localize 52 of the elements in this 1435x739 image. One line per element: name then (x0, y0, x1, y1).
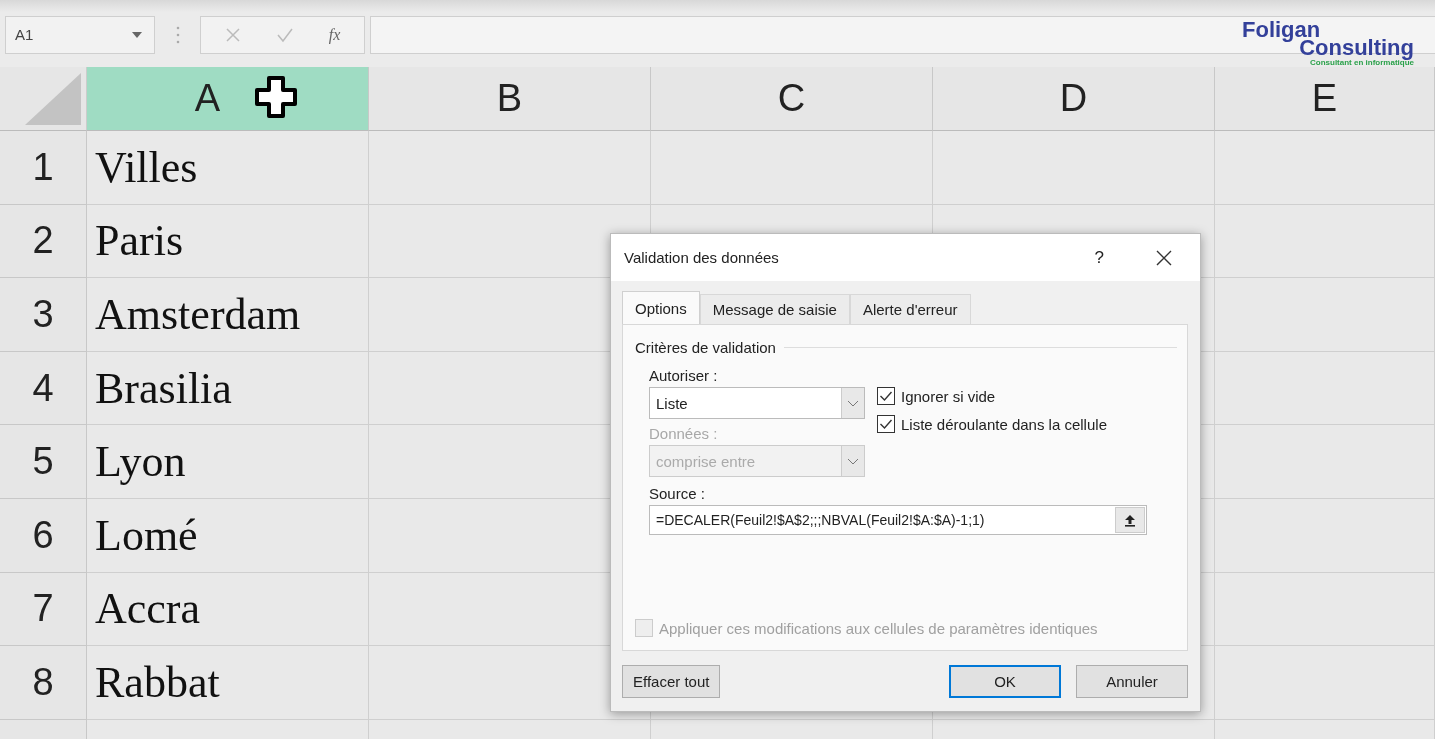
checkbox[interactable] (877, 387, 895, 405)
dialog-button[interactable]: OK (949, 665, 1061, 698)
tab[interactable]: Alerte d'erreur (849, 294, 971, 324)
field-label: Données : (649, 424, 718, 444)
column-header[interactable]: E (1215, 67, 1435, 131)
caret-icon (841, 446, 864, 476)
insert-function-button[interactable]: fx (328, 25, 341, 44)
column-header[interactable]: D (933, 67, 1215, 131)
checkbox-label: Appliquer ces modifications aux cellules de paramètres identiques (659, 619, 1098, 637)
caret-icon (132, 31, 142, 38)
dialog-button[interactable]: Effacer tout (622, 665, 721, 698)
checkbox-label: Liste déroulante dans la cellule (901, 415, 1107, 433)
collapse-button[interactable] (1115, 507, 1145, 533)
logo: Foligan Consulting Consultant en informatique (1242, 19, 1414, 67)
row-header[interactable]: 6 (0, 498, 87, 573)
field-label: Source : (649, 484, 705, 504)
tab[interactable]: Message de saisie (699, 294, 850, 324)
row-header[interactable]: 5 (0, 425, 87, 499)
source-field[interactable]: =DECALER(Feuil2!$A$2;;;NBVAL(Feuil2!$A:$A)-1;1) (649, 505, 1147, 535)
dialog-button[interactable]: Annuler (1076, 665, 1188, 698)
dialog-title: Validation des données (624, 249, 780, 266)
table-cell: Villes (87, 131, 369, 205)
row-header[interactable]: 4 (0, 351, 87, 426)
row-header[interactable]: 7 (0, 572, 87, 647)
table-cell: Lomé (87, 498, 369, 573)
table-cell: Lyon (87, 425, 369, 499)
upload-arrow-icon (1124, 513, 1136, 527)
checkbox-label: Ignorer si vide (901, 387, 996, 405)
close-icon[interactable] (1156, 249, 1172, 266)
help-button[interactable]: ? (1094, 247, 1104, 268)
field-label: Autoriser : (649, 366, 718, 386)
column-header[interactable]: A (87, 67, 369, 131)
table-cell: Accra (87, 572, 369, 647)
table-cell: Brasilia (87, 351, 369, 426)
grip-icon (176, 25, 180, 44)
tab[interactable]: Options (622, 291, 700, 324)
table-cell: Paris (87, 204, 369, 279)
dropdown[interactable]: Liste (649, 387, 865, 419)
row-header[interactable]: 2 (0, 204, 87, 279)
check-icon[interactable] (275, 26, 294, 43)
column-header[interactable]: B (369, 67, 651, 131)
row-header[interactable]: 1 (0, 131, 87, 205)
row-header[interactable]: 3 (0, 278, 87, 352)
table-cell: Rabbat (87, 646, 369, 720)
checkbox[interactable] (877, 415, 895, 433)
cursor-icon (254, 75, 298, 119)
name-box[interactable]: A1 (5, 15, 155, 54)
column-header[interactable]: C (651, 67, 933, 131)
caret-icon (841, 388, 864, 418)
table-cell: Amsterdam (87, 278, 369, 352)
group-title: Critères de validation (635, 339, 776, 356)
row-header[interactable]: 8 (0, 646, 87, 720)
